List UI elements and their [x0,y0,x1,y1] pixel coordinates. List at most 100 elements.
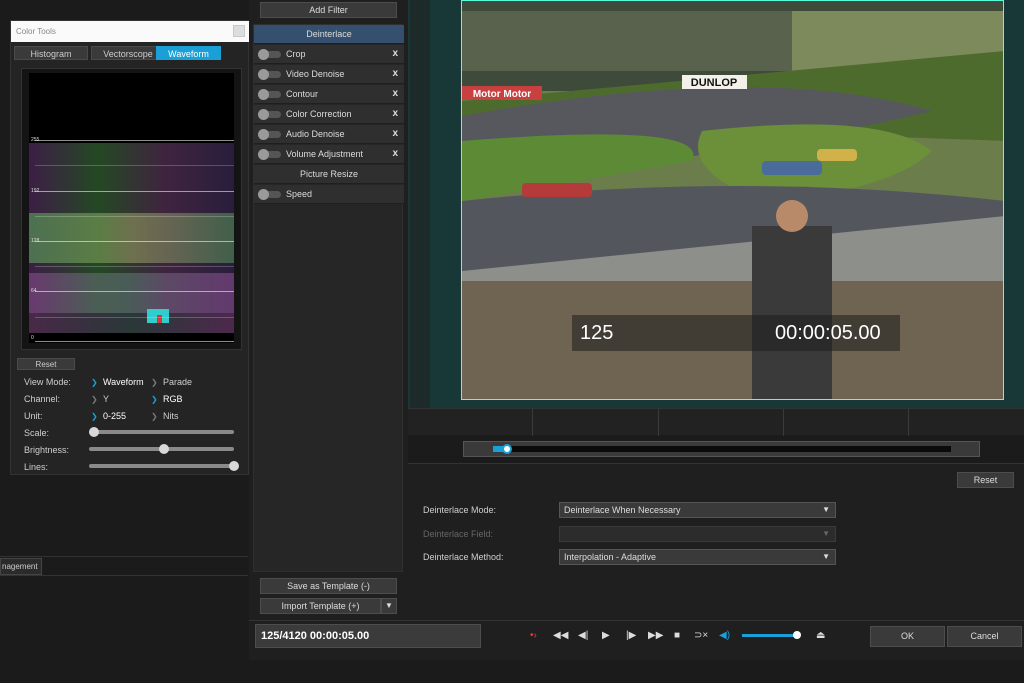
filter-item[interactable]: Audio Denoise x [254,125,404,144]
channel-y-radio[interactable]: ❯ Y [91,394,109,404]
filter-toggle[interactable] [258,49,281,60]
timeline-ruler[interactable] [408,408,1024,436]
channel-label: Channel: [24,394,61,404]
filter-toggle[interactable] [258,89,281,100]
time-display: 125/4120 00:00:05.00 [255,624,481,648]
check-icon: ❯ [91,395,98,404]
scope-reset-button[interactable]: Reset [17,358,75,370]
add-filter-button[interactable]: Add Filter [260,2,397,18]
frame-number-overlay: 125 [580,322,614,344]
lines-slider-knob[interactable] [229,461,239,471]
remove-filter-icon[interactable]: x [392,108,398,119]
filter-label: Picture Resize [299,169,359,179]
check-icon: ❯ [91,378,98,387]
deinterlace-mode-label: Deinterlace Mode: [423,505,497,515]
brightness-slider-knob[interactable] [159,444,169,454]
ok-button[interactable]: OK [870,626,945,647]
filter-label: Deinterlace [306,29,352,39]
timeline-playhead[interactable] [502,444,512,454]
timeline-track[interactable] [493,446,951,452]
filter-label: Color Correction [286,109,352,119]
filter-item[interactable]: Speed [254,185,404,204]
view-mode-waveform-radio[interactable]: ❯ Waveform [91,377,144,387]
remove-filter-icon[interactable]: x [392,88,398,99]
step-forward-icon[interactable]: |▶ [626,630,636,641]
filter-item[interactable]: Deinterlace [254,25,404,44]
filter-label: Contour [286,89,319,99]
mark-in-icon[interactable]: •› [530,630,537,641]
play-icon[interactable]: ▶ [602,630,610,641]
chevron-down-icon: ▼ [822,505,830,514]
divider [0,556,248,557]
deinterlace-field-select: ▼ [559,526,836,542]
filter-item[interactable]: Contour x [254,85,404,104]
filter-settings-panel [408,463,1024,623]
save-template-button[interactable]: Save as Template (-) [260,578,397,594]
scope-tick-128: 128 [31,238,40,244]
cancel-button[interactable]: Cancel [947,626,1022,647]
rewind-icon[interactable]: ◀◀ [553,630,568,641]
filter-item[interactable]: Volume Adjustment x [254,145,404,164]
divider [0,575,248,576]
import-template-dropdown[interactable]: ▼ [381,598,397,614]
scale-label: Scale: [24,428,50,438]
filter-toggle[interactable] [258,129,281,140]
panel-close-button[interactable] [233,25,245,37]
timecode-overlay-text: 00:00:05.00 [775,322,881,344]
volume-slider-knob[interactable] [793,631,801,639]
volume-slider[interactable] [742,634,798,637]
check-icon: ❯ [151,412,158,421]
filter-toggle[interactable] [258,69,281,80]
preview-side-strip [410,0,430,408]
filter-label: Volume Adjustment [286,149,364,159]
eject-icon[interactable]: ⏏ [816,630,825,641]
remove-filter-icon[interactable]: x [392,68,398,79]
panel-title: Color Tools [11,21,250,42]
stop-icon[interactable]: ■ [674,630,680,641]
filter-toggle[interactable] [258,189,281,200]
filter-item[interactable]: Picture Resize [254,165,404,184]
channel-rgb-radio[interactable]: ❯ RGB [151,394,183,404]
filter-toggle[interactable] [258,149,281,160]
brightness-label: Brightness: [24,445,70,455]
ruler-tick [658,409,659,436]
deinterlace-method-select[interactable]: Interpolation - Adaptive ▼ [559,549,836,565]
management-tab[interactable]: nagement [0,558,42,575]
fast-forward-icon[interactable]: ▶▶ [648,630,663,641]
loop-icon[interactable]: ⊃× [694,630,708,641]
lines-label: Lines: [24,462,49,472]
filter-toggle[interactable] [258,109,281,120]
import-template-button[interactable]: Import Template (+) [260,598,381,614]
check-icon: ❯ [151,395,158,404]
view-mode-parade-radio[interactable]: ❯ Parade [151,377,192,387]
view-mode-label: View Mode: [24,377,71,387]
check-icon: ❯ [151,378,158,387]
filter-item[interactable]: Crop x [254,45,404,64]
scale-slider-knob[interactable] [89,427,99,437]
deinterlace-field-label: Deinterlace Field: [423,529,494,539]
tab-waveform[interactable]: Waveform [156,46,221,60]
tab-vectorscope[interactable]: Vectorscope [91,46,165,60]
settings-reset-button[interactable]: Reset [957,472,1014,488]
scope-tick-192: 192 [31,188,40,194]
remove-filter-icon[interactable]: x [392,128,398,139]
unit-0-255-radio[interactable]: ❯ 0-255 [91,411,126,421]
filter-label: Audio Denoise [286,129,345,139]
filter-label: Crop [286,49,306,59]
lines-slider[interactable] [89,464,234,468]
dunlop-sign-text: DUNLOP [691,77,737,89]
deinterlace-mode-select[interactable]: Deinterlace When Necessary ▼ [559,502,836,518]
unit-nits-radio[interactable]: ❯ Nits [151,411,179,421]
scope-tick-255: 255 [31,137,40,143]
filter-item[interactable]: Video Denoise x [254,65,404,84]
step-back-icon[interactable]: ◀| [578,630,588,641]
remove-filter-icon[interactable]: x [392,48,398,59]
chevron-down-icon: ▼ [822,529,830,538]
scale-slider[interactable] [89,430,234,434]
remove-filter-icon[interactable]: x [392,148,398,159]
volume-icon[interactable]: ◀) [719,630,730,641]
filter-item[interactable]: Color Correction x [254,105,404,124]
tab-histogram[interactable]: Histogram [14,46,88,60]
ruler-tick [908,409,909,436]
scope-tick-64: 64 [31,288,37,294]
